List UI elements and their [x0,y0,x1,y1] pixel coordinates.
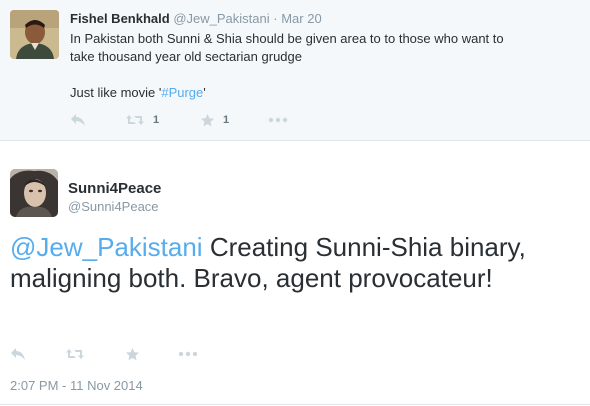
parent-tweet-text: In Pakistan both Sunni & Shia should be … [70,30,570,102]
retweet-button[interactable] [65,345,85,363]
reply-icon [11,348,25,360]
reply-icon [71,114,85,126]
tweet-text-line: In Pakistan both Sunni & Shia should be … [70,31,504,46]
retweet-button[interactable]: 1 [125,111,159,129]
favorite-icon [200,113,215,126]
reply-button[interactable] [10,345,26,363]
text-suffix: ' [203,85,206,100]
retweet-count: 1 [153,114,160,126]
separator-dot: · [273,11,278,26]
hashtag-link[interactable]: #Purge [161,85,203,100]
avatar-photo [10,169,58,217]
divider [0,404,590,405]
avatar-photo [10,10,59,59]
retweet-icon [126,115,144,125]
author-handle[interactable]: @Sunni4Peace [68,199,159,214]
author-handle[interactable]: @Jew_Pakistani [173,11,269,26]
main-tweet[interactable]: Sunni4Peace @Sunni4Peace @Jew_Pakistani … [0,142,590,406]
favorite-icon [125,347,140,360]
retweet-icon [66,349,84,359]
mention-link[interactable]: @Jew_Pakistani [10,232,203,262]
favorite-count: 1 [223,114,230,126]
tweet-date[interactable]: Mar 20 [281,11,321,26]
parent-tweet[interactable]: Fishel Benkhald @Jew_Pakistani · Mar 20 … [0,0,590,141]
more-icon [268,117,288,123]
more-icon [178,351,198,357]
favorite-button[interactable] [125,345,140,363]
text-prefix: Just like movie ' [70,85,162,100]
tweet-text-line: take thousand year old sectarian grudge [70,49,302,64]
more-button[interactable] [178,345,198,363]
parent-tweet-header: Fishel Benkhald @Jew_Pakistani · Mar 20 [70,11,322,26]
reply-button[interactable] [70,111,86,129]
tweet-timestamp[interactable]: 2:07 PM - 11 Nov 2014 [10,378,143,393]
author-name[interactable]: Fishel Benkhald [70,11,170,26]
sunni4peace-avatar[interactable] [10,169,58,217]
main-tweet-text: @Jew_Pakistani Creating Sunni-Shia binar… [10,232,580,294]
author-name[interactable]: Sunni4Peace [68,180,161,197]
fishel-benkhald-avatar[interactable] [10,10,59,59]
tweet-text-line: Just like movie '#Purge' [70,84,570,102]
more-button[interactable] [268,111,288,129]
favorite-button[interactable]: 1 [200,111,229,129]
